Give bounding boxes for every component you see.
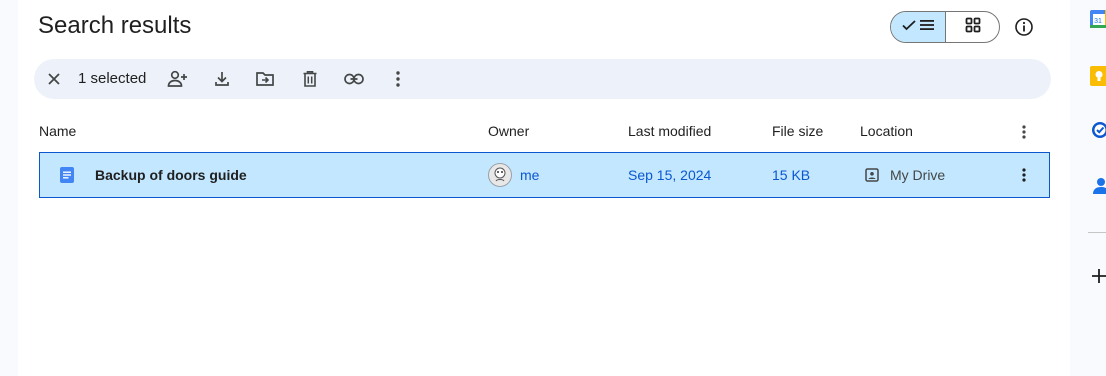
docs-icon — [60, 153, 74, 197]
link-icon[interactable] — [342, 67, 366, 91]
check-icon — [901, 17, 917, 38]
view-toggle — [890, 11, 1000, 43]
keep-icon[interactable] — [1090, 66, 1106, 86]
column-header-file-size[interactable]: File size — [772, 123, 823, 139]
list-view-button[interactable] — [891, 12, 946, 42]
tasks-icon[interactable] — [1090, 121, 1106, 139]
more-vert-icon[interactable] — [386, 67, 410, 91]
last-modified-value: Sep 15, 2024 — [628, 167, 712, 183]
calendar-icon[interactable]: 31 — [1090, 10, 1106, 28]
location-value[interactable]: My Drive — [890, 153, 945, 197]
file-size-value: 15 KB — [772, 167, 811, 183]
move-icon[interactable] — [253, 67, 277, 91]
download-icon[interactable] — [210, 67, 234, 91]
trash-icon[interactable] — [298, 67, 322, 91]
file-name[interactable]: Backup of doors guide — [95, 153, 247, 197]
main-content: Search results 1 selected Name Owner Las… — [18, 0, 1070, 376]
side-panel: 31 — [1070, 0, 1106, 376]
selected-count: 1 selected — [78, 70, 147, 87]
close-icon[interactable] — [42, 67, 66, 91]
contacts-icon[interactable] — [1090, 177, 1106, 195]
add-icon[interactable] — [1090, 267, 1106, 285]
svg-text:31: 31 — [1094, 18, 1102, 25]
avatar — [488, 153, 512, 197]
column-header-last-modified[interactable]: Last modified — [628, 123, 711, 139]
side-panel-divider — [1088, 232, 1106, 233]
info-icon[interactable] — [1013, 16, 1035, 38]
selection-toolbar: 1 selected — [34, 59, 1051, 99]
column-header-name[interactable]: Name — [39, 123, 76, 139]
column-header-owner[interactable]: Owner — [488, 123, 529, 139]
owner-name: me — [520, 167, 540, 183]
page-title: Search results — [38, 12, 192, 39]
table-row[interactable]: Backup of doors guide me Sep 15, 2024 15… — [39, 152, 1050, 198]
column-header-location[interactable]: Location — [860, 123, 913, 139]
grid-view-button[interactable] — [946, 12, 999, 42]
share-icon[interactable] — [166, 67, 190, 91]
row-more-icon[interactable] — [1022, 153, 1026, 197]
grid-view-icon — [965, 17, 981, 38]
list-view-icon — [919, 17, 935, 38]
column-options-icon[interactable] — [1022, 125, 1026, 142]
my-drive-icon — [865, 153, 879, 197]
